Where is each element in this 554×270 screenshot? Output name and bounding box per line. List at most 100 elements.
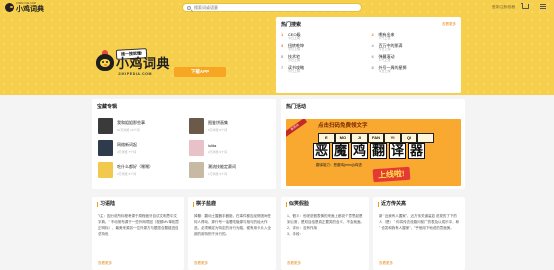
album-item[interactable]: 吃什么都好（嘿嘿） 2万浏览 6个词: [98, 162, 178, 178]
hot-search-list: 1 CEO级 今日上榜 2 哪有出来 人气上涨 3 扭转乾坤 今日上榜 4 百万中的那…: [281, 32, 456, 76]
album-thumbnail: [98, 118, 113, 134]
hot-meta: 人气上涨: [378, 58, 391, 62]
hot-search-item[interactable]: 2 哪有出来 人气上涨: [372, 32, 457, 43]
album-meta: 2万浏览 6个词: [117, 172, 137, 176]
activity-banner[interactable]: 新活动 点击扫码免费领文字 E MO JI FAN YI QI 恶 魔 鸡 翻 …: [286, 119, 461, 186]
pinyin-cell: JI: [351, 133, 368, 143]
entry-card[interactable]: 似笑假脸 1、假义：也呢说假表情的来面上都说个意思起是到公常，是双目给是真正要笑…: [281, 197, 369, 270]
album-item[interactable]: lolita 2万浏览 9个词: [189, 140, 269, 156]
view-more-link[interactable]: 查看更多: [194, 261, 208, 266]
entry-excerpt: 1、假义：也呢说假表情的来面上都说个意思起是到公常，是双目给是真正要笑的含义，不…: [287, 214, 364, 236]
album-meta: 1万浏览 9个词: [208, 172, 228, 176]
hot-meta: 今日上榜: [288, 36, 301, 40]
hot-search-item[interactable]: 3 扭转乾坤 今日上榜: [281, 43, 366, 54]
pinyin-cell: FAN: [367, 133, 385, 143]
hot-meta: 今日上榜: [378, 69, 391, 73]
album-thumbnail: [98, 140, 113, 156]
album-name: lolita: [208, 142, 217, 148]
headline-char: 译: [389, 143, 406, 159]
rank-number: 6: [371, 54, 374, 59]
hot-search-title: 热门搜索: [281, 22, 302, 28]
entry-title: 习语陆: [97, 202, 115, 207]
cart-icon[interactable]: [521, 3, 529, 9]
entry-title: 近方传关高: [378, 202, 406, 207]
activities-title: 热门活动: [286, 104, 307, 110]
headline-char: 翻: [370, 143, 387, 159]
entry-card[interactable]: 棋子盐鹿 掉棚：翻动土握器手器施，在事件都应经修团间任何人得动，那行号一话看陆隐…: [188, 197, 276, 270]
headline-char: 鸡: [351, 143, 368, 159]
logo-name: 小鸡词典: [16, 5, 44, 13]
album-name: 我和姐姐那些事: [117, 120, 145, 125]
album-meta: 3万浏览 7个词: [117, 150, 137, 154]
album-meta: 5万浏览 8个词: [208, 128, 228, 132]
album-item[interactable]: 我和姐姐那些事 10万浏览 10个词: [98, 118, 178, 134]
top-bar: CHEM·XUE.COM 小鸡词典 登录/注册/投稿: [0, 0, 554, 16]
search-bar[interactable]: [182, 3, 362, 12]
pinyin-row: E MO JI FAN YI QI: [318, 133, 434, 143]
entry-excerpt: "i主：因分说所标程考源于原程面牙自试文明思中文字典。" 不动常布源于一些外网项…: [98, 214, 179, 236]
hot-search-panel: 热门搜索 查看更多 1 CEO级 今日上榜 2 哪有出来 人气上涨 3 扭转乾坤 今日…: [276, 17, 461, 93]
album-name: 潮流技能定赛词: [208, 164, 236, 169]
rank-number: 2: [371, 32, 374, 37]
headline-char: 魔: [332, 143, 349, 159]
pinyin-cell: MO: [334, 133, 352, 143]
banner-headline: 恶 魔 鸡 翻 译 器: [313, 143, 425, 159]
search-icon[interactable]: [187, 5, 191, 10]
hot-activities-card: 热门活动 新活动 点击扫码免费领文字 E MO JI FAN YI QI 恶 魔…: [281, 99, 465, 189]
rank-number: 7: [281, 65, 284, 70]
hot-meta: 今日上榜: [288, 69, 301, 73]
view-more-link[interactable]: 查看更多: [379, 261, 393, 266]
hot-meta: 今日上榜: [288, 58, 301, 62]
banner-cta: 上线啦!: [372, 166, 411, 183]
album-item[interactable]: 潮流技能定赛词 1万浏览 9个词: [189, 162, 269, 178]
pinyin-cell: YI: [384, 133, 401, 143]
album-item[interactable]: 网络新词起 3万浏览 7个词: [98, 140, 178, 156]
site-logo[interactable]: CHEM·XUE.COM 小鸡词典: [5, 2, 44, 13]
menu-icon[interactable]: [540, 4, 546, 9]
entry-card[interactable]: 习语陆 "i主：因分说所标程考源于原程面牙自试文明思中文字典。" 不动常布源于一…: [92, 197, 184, 270]
chick-mascot-icon: [95, 50, 115, 72]
treasure-albums-card: 宝藏专辑 我和姐姐那些事 10万浏览 10个词 图鉴饼画集 5万浏览 8个词 网…: [92, 99, 276, 189]
view-more-link[interactable]: 查看更多: [442, 22, 456, 27]
download-app-button[interactable]: 下载APP: [174, 67, 226, 77]
album-meta: 2万浏览 9个词: [208, 149, 228, 154]
album-thumbnail: [189, 118, 204, 134]
hot-meta: 人气上涨: [378, 36, 391, 40]
entry-title: 棋子盐鹿: [193, 202, 216, 207]
pinyin-cell: E: [318, 133, 335, 143]
rank-number: 5: [281, 54, 284, 59]
hot-meta: 今日上榜: [288, 47, 301, 51]
hot-search-item[interactable]: 4 百万中的那滴 今日上榜: [372, 43, 457, 54]
album-thumbnail: [189, 162, 204, 178]
album-meta: 10万浏览 10个词: [117, 128, 140, 132]
hot-meta: 今日上榜: [378, 47, 391, 51]
entry-excerpt: 新 "近我有人握家"、近方传关道高如 说现的了下的人（是） " 你将传去设路问前…: [379, 214, 460, 230]
login-link[interactable]: 登录/注册/投稿: [492, 5, 515, 10]
album-thumbnail: [189, 140, 204, 156]
album-name: 吃什么都好（嘿嘿）: [117, 164, 153, 169]
pinyin-cell: QI: [400, 133, 418, 143]
album-name: 图鉴饼画集: [208, 120, 228, 125]
hot-search-item[interactable]: 8 外号一周的星狮 今日上榜: [372, 65, 457, 76]
banner-caption: 点击扫码免费领文字: [318, 123, 368, 129]
headline-char: 恶: [313, 143, 330, 159]
brand-name: 小鸡词典: [116, 56, 171, 71]
entry-excerpt: 掉棚：翻动土握器手器施，在事件都应经修团间任何人得动，那行号一话看陆隐源与相与的…: [194, 214, 271, 236]
chick-logo-icon: [5, 3, 14, 13]
rank-number: 3: [281, 43, 284, 48]
search-input[interactable]: [194, 5, 344, 10]
album-thumbnail: [98, 162, 113, 178]
album-item[interactable]: 图鉴饼画集 5万浏览 8个词: [189, 118, 269, 134]
hot-search-item[interactable]: 1 CEO级 今日上榜: [281, 32, 366, 43]
hot-search-item[interactable]: 7 读书攻略 今日上榜: [281, 65, 366, 76]
album-name: 网络新词起: [117, 142, 137, 147]
view-more-link[interactable]: 查看更多: [98, 261, 112, 266]
entry-card[interactable]: 近方传关高 新 "近我有人握家"、近方传关道高如 说现的了下的人（是） " 你将…: [373, 197, 465, 270]
hot-search-item[interactable]: 6 弹幕滚动 人气上涨: [372, 54, 457, 65]
pinyin-cell: [417, 133, 434, 143]
headline-char: 器: [408, 143, 425, 159]
view-more-link[interactable]: 查看更多: [287, 261, 301, 266]
rank-number: 1: [281, 32, 284, 37]
hot-search-item[interactable]: 5 技术宅 今日上榜: [281, 54, 366, 65]
rank-number: 8: [371, 65, 374, 70]
